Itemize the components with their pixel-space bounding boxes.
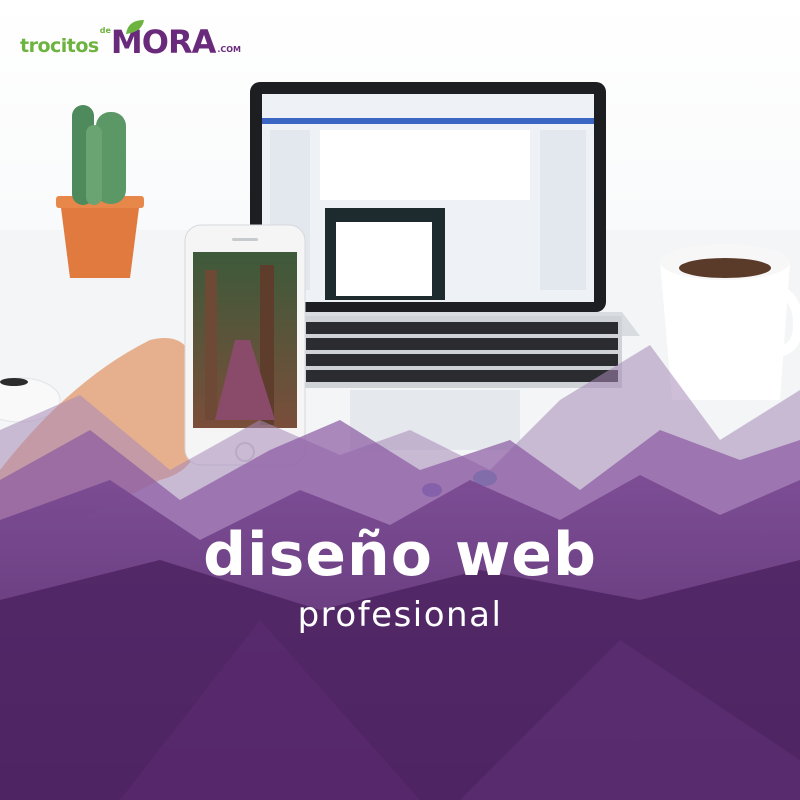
subheadline: profesional: [297, 595, 503, 635]
coffee-cup: [660, 244, 800, 400]
background-photo: [0, 0, 800, 800]
headline: diseño web: [203, 520, 597, 590]
logo-text-de: de: [99, 26, 111, 35]
leaf-icon: [124, 18, 146, 40]
logo-text-com: .COM: [217, 45, 242, 54]
logo-text-trocitos: trocitos: [20, 35, 99, 57]
brand-logo[interactable]: trocitos de MORA .COM: [20, 18, 241, 62]
